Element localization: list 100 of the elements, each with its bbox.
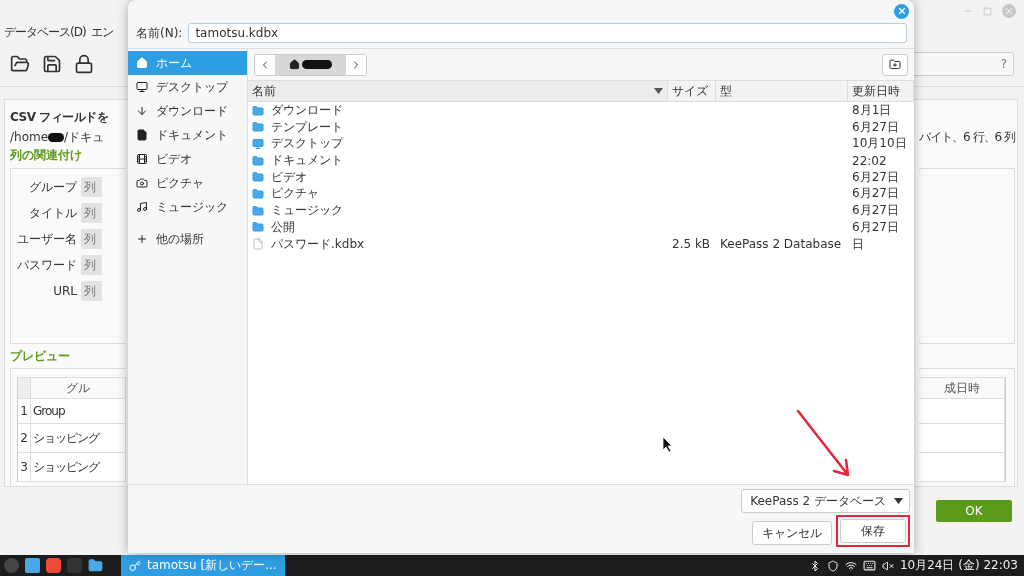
shield-icon[interactable] [826, 559, 839, 572]
menu-item[interactable]: エン [90, 23, 113, 41]
home-path-button[interactable] [275, 54, 346, 75]
field-label: パスワード [16, 256, 77, 274]
column-select[interactable]: 列 [81, 255, 102, 275]
keyboard-icon[interactable] [862, 559, 876, 572]
home-icon [289, 59, 300, 70]
volume-muted-icon[interactable] [881, 559, 894, 572]
sidebar-item[interactable]: 他の場所 [128, 227, 247, 251]
menu-item[interactable]: データベース(D) [4, 23, 86, 41]
folder-icon [252, 154, 264, 167]
file-name: デスクトップ [248, 135, 668, 153]
save-icon[interactable] [42, 54, 62, 74]
column-select[interactable]: 列 [81, 203, 102, 223]
new-folder-button[interactable] [882, 53, 908, 76]
column-select[interactable]: 列 [81, 177, 102, 197]
file-name: ダウンロード [248, 102, 668, 119]
folder-icon [252, 171, 264, 184]
folder-open-icon[interactable] [10, 54, 30, 74]
folder-icon [252, 204, 264, 217]
close-icon [896, 6, 907, 16]
file-row[interactable]: ダウンロード 8月1日 [248, 102, 914, 119]
file-row[interactable]: ピクチャ 6月27日 [248, 185, 914, 203]
file-row[interactable]: デスクトップ 10月10日 [248, 135, 914, 153]
folder-icon [252, 221, 264, 234]
column-header[interactable]: 更新日時 [848, 81, 914, 101]
table-cell: ショッピング [31, 453, 126, 482]
sidebar-item[interactable]: ダウンロード [128, 99, 247, 123]
clock[interactable]: 10月24日 (金) 22:03 [899, 557, 1018, 574]
monitor-icon [136, 81, 148, 93]
lock-icon[interactable] [74, 54, 94, 74]
header-cell [18, 377, 31, 399]
file-date: 6月27日 [851, 218, 900, 236]
help-mark[interactable]: ? [1000, 57, 1007, 71]
file-path: /home [10, 130, 49, 144]
camera-icon [136, 177, 148, 189]
file-name: ピクチャ [248, 185, 668, 203]
file-row[interactable]: ミュージック 6月27日 [248, 202, 914, 219]
file-size: 2.5 kB [671, 237, 712, 251]
row-number: 3 [18, 453, 31, 482]
column-header[interactable]: 名前 [248, 81, 668, 101]
file-date: 6月27日 [851, 118, 900, 136]
column-select[interactable]: 列 [81, 229, 102, 249]
filter-dropdown[interactable]: KeePass 2 データベース [741, 489, 910, 513]
row-number: 2 [18, 424, 31, 453]
file-date: 6月27日 [851, 168, 900, 186]
folder-icon[interactable] [88, 558, 103, 573]
sidebar-item[interactable]: ドキュメント [128, 123, 247, 147]
music-icon [136, 201, 148, 213]
file-name: 公開 [248, 218, 668, 236]
file-icon [252, 238, 264, 250]
file-row[interactable]: ビデオ 6月27日 [248, 168, 914, 186]
column-select[interactable]: 列 [81, 281, 102, 301]
file-date: 6月27日 [851, 185, 900, 203]
redaction-mark [48, 132, 65, 142]
file-name: ビデオ [248, 168, 668, 186]
close-icon [1004, 6, 1014, 16]
field-label: URL [52, 284, 77, 298]
file-date: 8月1日 [851, 102, 893, 119]
key-icon [129, 559, 141, 572]
home-icon [136, 57, 148, 69]
file-row[interactable]: 公開 6月27日 [248, 218, 914, 236]
section-label: 列の関連付け [10, 146, 83, 164]
file-name: ミュージック [248, 202, 668, 220]
field-label: ユーザー名 [16, 230, 77, 248]
close-button[interactable] [894, 3, 909, 19]
row-number: 1 [18, 399, 31, 424]
file-name: ドキュメント [248, 152, 668, 170]
column-header[interactable]: 型 [716, 81, 848, 101]
arrow-down-icon [136, 105, 148, 117]
file-type: KeePass 2 Database [719, 237, 843, 251]
plus-icon [136, 233, 148, 245]
pointer-cursor-icon [662, 436, 674, 452]
file-info: バイト、6 行、6 列 [919, 128, 1015, 146]
name-field[interactable]: tamotsu.kdbx [188, 23, 907, 43]
file-row[interactable]: テンプレート 6月27日 [248, 118, 914, 136]
table-cell: Group [31, 399, 126, 424]
file-path: /ドキュ [64, 128, 105, 146]
wifi-icon[interactable] [844, 559, 857, 572]
monitor-icon [252, 137, 264, 150]
table-cell: ショッピング [31, 424, 126, 453]
file-name: テンプレート [248, 118, 668, 136]
sidebar-item[interactable]: ピクチャ [128, 171, 247, 195]
file-row[interactable]: ドキュメント 22:02 [248, 152, 914, 169]
file-row[interactable]: パスワード.kdbx 2.5 kB KeePass 2 Database 日 [248, 235, 914, 253]
section-label: プレビュー [10, 347, 71, 365]
save-button[interactable]: 保存 [840, 519, 906, 543]
sidebar-item[interactable]: ビデオ [128, 147, 247, 171]
name-label: 名前(N): [136, 24, 183, 42]
sidebar-item[interactable]: ミュージック [128, 195, 247, 219]
file-date: 日 [851, 235, 865, 253]
redaction-mark [302, 60, 332, 69]
folder-icon [252, 104, 264, 117]
field-label: グループ [28, 178, 77, 196]
column-header[interactable]: サイズ [668, 81, 716, 101]
sidebar-item[interactable]: デスクトップ [128, 75, 247, 99]
sort-caret-icon [654, 88, 663, 94]
caret-icon [894, 498, 903, 504]
folder-icon [252, 121, 264, 134]
cancel-button[interactable]: キャンセル [752, 521, 832, 545]
